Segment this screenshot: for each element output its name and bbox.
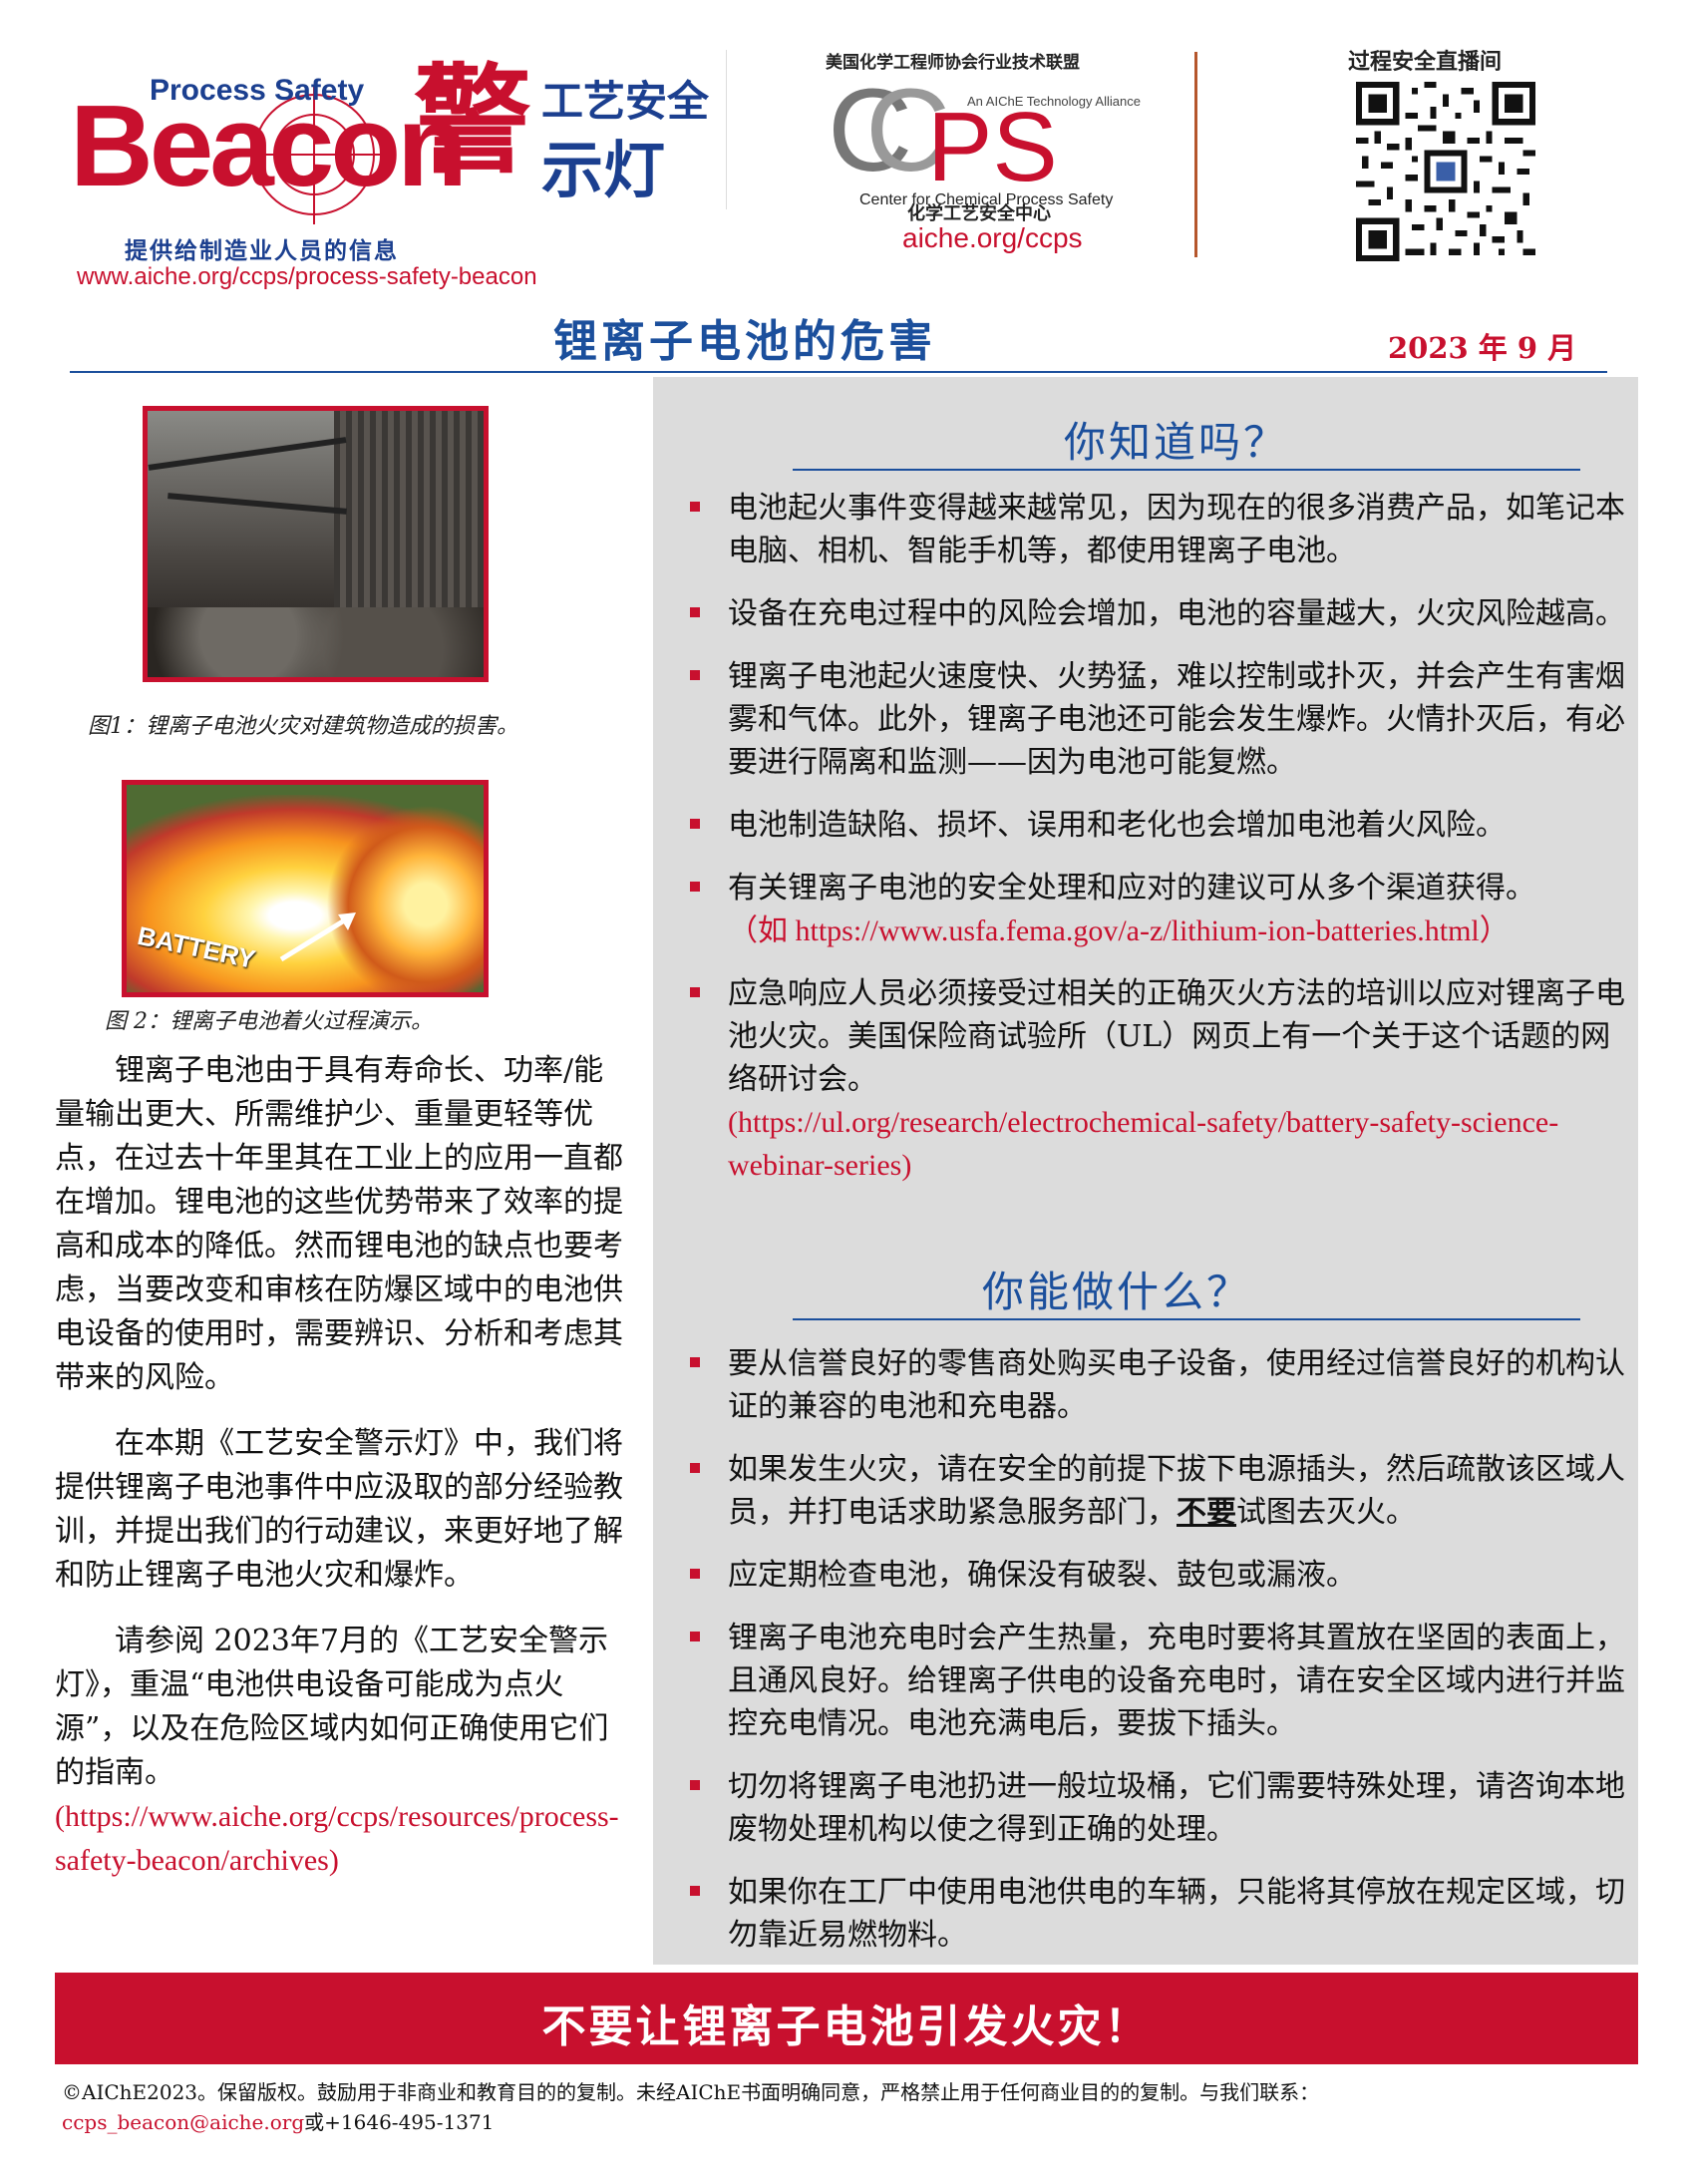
bullet-icon — [690, 502, 700, 512]
contact-line: ccps_beacon@aiche.org或+1646-495-1371 — [62, 2106, 494, 2135]
fireball-secondary — [326, 805, 484, 992]
beacon-logo: Process Safety Beacon — [70, 60, 468, 234]
header-divider — [726, 50, 727, 209]
burnt-beam — [168, 493, 347, 515]
list-item: 锂离子电池充电时会产生热量，充电时要将其置放在坚固的表面上，且通风良好。给锂离子… — [686, 1617, 1633, 1745]
what-can-you-do-heading: 你能做什么？ — [982, 1268, 1252, 1316]
copyright-text: ©AIChE2023。保留版权。鼓励用于非商业和教育目的的复制。未经AIChE书… — [62, 2080, 1320, 2104]
warning-banner: 不要让锂离子电池引发火灾！ — [55, 1973, 1638, 2064]
rubble — [148, 607, 484, 677]
contact-phone: 或+1646-495-1371 — [304, 2110, 495, 2134]
bullet-icon — [690, 1463, 700, 1473]
bullet-icon — [690, 1886, 700, 1896]
did-you-know-rule — [793, 469, 1580, 471]
list-item: 应定期检查电池，确保没有破裂、鼓包或漏液。 — [686, 1554, 1633, 1597]
did-you-know-list: 电池起火事件变得越来越常见，因为现在的很多消费产品，如笔记本电脑、相机、智能手机… — [686, 487, 1633, 1207]
arrow-icon — [279, 912, 356, 962]
bullet-icon — [690, 1780, 700, 1790]
what-can-you-do-list: 要从信誉良好的零售商处购买电子设备，使用经过信誉良好的机构认证的兼容的电池和充电… — [686, 1342, 1633, 1977]
list-item: 要从信誉良好的零售商处购买电子设备，使用经过信誉良好的机构认证的兼容的电池和充电… — [686, 1342, 1633, 1428]
do-not-emphasis: 不要 — [1177, 1495, 1236, 1530]
bullet-icon — [690, 987, 700, 997]
list-item: 设备在充电过程中的风险会增加，电池的容量越大，火灾风险越高。 — [686, 592, 1633, 635]
beacon-url-link[interactable]: www.aiche.org/ccps/process-safety-beacon — [77, 263, 537, 291]
ccps-url-link[interactable]: aiche.org/ccps — [902, 222, 1083, 254]
list-item: 锂离子电池起火速度快、火势猛，难以控制或扑灭，并会产生有害烟雾和气体。此外，锂离… — [686, 655, 1633, 784]
figure-battery-fire-demo: BATTERY — [122, 780, 489, 997]
title-divider — [70, 371, 1607, 373]
bullet-icon — [690, 819, 700, 829]
page-title: 锂离子电池的危害 — [553, 316, 936, 367]
archives-link[interactable]: (https://www.aiche.org/ccps/resources/pr… — [55, 1800, 619, 1877]
contact-email-link[interactable]: ccps_beacon@aiche.org — [62, 2110, 304, 2134]
bullet-icon — [690, 882, 700, 892]
list-item: 切勿将锂离子电池扔进一般垃圾桶，它们需要特殊处理，请咨询本地废物处理机构以使之得… — [686, 1765, 1633, 1851]
ccps-logo-ps: PS — [927, 92, 1058, 201]
bullet-icon — [690, 1632, 700, 1641]
bullet-icon — [690, 1357, 700, 1367]
list-item: 如果你在工厂中使用电池供电的车辆，只能将其停放在规定区域，切勿靠近易燃物料。 — [686, 1871, 1633, 1957]
ccps-alliance-en: An AIChE Technology Alliance — [967, 94, 1141, 109]
intro-paragraph-3: 请参阅 2023年7月的《工艺安全警示灯》，重温“电池供电设备可能成为点火源”，… — [55, 1624, 609, 1790]
ul-webinar-link[interactable]: (https://ul.org/research/electrochemical… — [728, 1106, 1558, 1182]
chinese-logo-bottom: 示灯 — [541, 134, 666, 206]
list-item: 电池起火事件变得越来越常见，因为现在的很多消费产品，如笔记本电脑、相机、智能手机… — [686, 487, 1633, 572]
bullet-icon — [690, 607, 700, 617]
chinese-logo: 警 工艺安全 示灯 — [414, 52, 713, 206]
figure-2-caption: 图 2：锂离子电池着火过程演示。 — [105, 1009, 433, 1034]
did-you-know-heading: 你知道吗？ — [1064, 418, 1289, 467]
list-item: 如果发生火灾，请在安全的前提下拔下电源插头，然后疏散该区域人员，并打电话求助紧急… — [686, 1448, 1633, 1534]
issue-date: 2023 年 9 月 — [1388, 331, 1577, 365]
figure-1-caption: 图1：锂离子电池火灾对建筑物造成的损害。 — [88, 714, 518, 739]
intro-paragraph-2: 在本期《工艺安全警示灯》中，我们将提供锂离子电池事件中应汲取的部分经验教训，并提… — [55, 1426, 623, 1593]
burnt-beam — [148, 437, 347, 471]
live-stream-label: 过程安全直播间 — [1348, 50, 1503, 75]
figure-building-fire-damage — [143, 406, 489, 682]
chinese-logo-big-char: 警 — [414, 52, 532, 189]
list-item: 有关锂离子电池的安全处理和应对的建议可从多个渠道获得。 （如 https://ww… — [686, 867, 1633, 952]
bullet-icon — [690, 670, 700, 680]
list-item: 应急响应人员必须接受过相关的正确灭火方法的培训以应对锂离子电池火灾。美国保险商试… — [686, 972, 1633, 1187]
header-red-divider — [1194, 52, 1197, 257]
what-can-you-do-rule — [793, 1318, 1580, 1320]
qr-code-icon[interactable] — [1356, 82, 1535, 261]
intro-paragraph-1: 锂离子电池由于具有寿命长、功率/能量输出更大、所需维护少、重量更轻等优点，在过去… — [55, 1053, 623, 1395]
intro-text: 锂离子电池由于具有寿命长、功率/能量输出更大、所需维护少、重量更轻等优点，在过去… — [55, 1049, 623, 1883]
tagline: 提供给制造业人员的信息 — [125, 238, 399, 264]
bullet-icon — [690, 1569, 700, 1579]
beacon-logo-word: Beacon — [70, 81, 468, 210]
usfa-link[interactable]: （如 https://www.usfa.fema.gov/a-z/lithium… — [728, 914, 1510, 947]
warning-banner-text: 不要让锂离子电池引发火灾！ — [541, 2002, 1152, 2052]
list-item: 电池制造缺陷、损坏、误用和老化也会增加电池着火风险。 — [686, 804, 1633, 847]
